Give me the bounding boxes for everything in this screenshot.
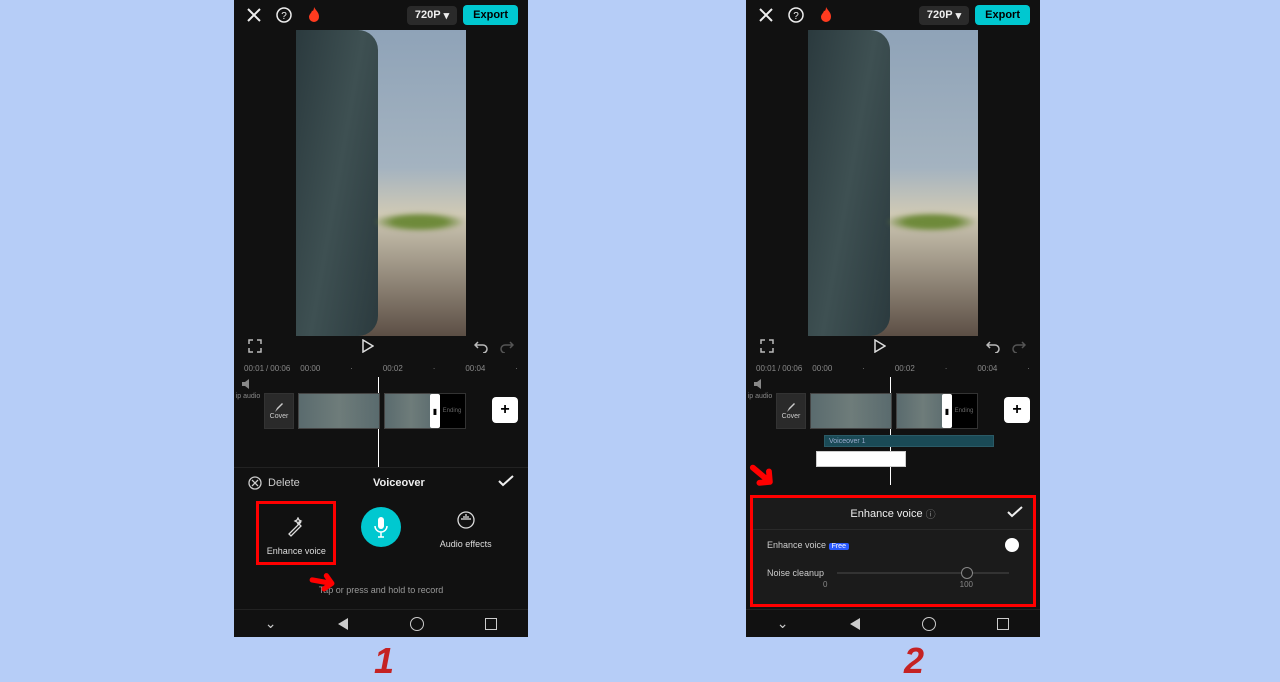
confirm-icon[interactable]: [1007, 506, 1023, 521]
record-button[interactable]: [341, 507, 421, 547]
phone-screenshot-2: ? 720P ▾ Export 00:01 /: [746, 0, 1040, 637]
chevron-down-icon: ▾: [444, 9, 450, 22]
timeline[interactable]: ip audio Cover ▮ Ending +: [234, 377, 528, 467]
android-nav-bar: ⌄: [234, 609, 528, 637]
help-icon[interactable]: ?: [274, 5, 294, 25]
video-clip[interactable]: [298, 393, 380, 429]
video-preview[interactable]: [234, 30, 528, 336]
ending-marker: Ending: [438, 393, 466, 429]
playback-controls: [234, 336, 528, 360]
timeline[interactable]: ip audio Cover ▮ Ending + Voiceover 1: [746, 377, 1040, 485]
redo-icon[interactable]: [500, 339, 514, 358]
video-clip[interactable]: [810, 393, 892, 429]
resolution-label: 720P: [927, 9, 953, 21]
resolution-label: 720P: [415, 9, 441, 21]
svg-text:?: ?: [281, 11, 287, 22]
audio-effects-icon: [453, 507, 479, 533]
top-bar: ? 720P ▾ Export: [746, 0, 1040, 30]
video-clip[interactable]: ▮: [896, 393, 950, 429]
enhance-voice-icon: [283, 514, 309, 540]
redo-icon[interactable]: [1012, 339, 1026, 358]
android-nav-bar: ⌄: [746, 609, 1040, 637]
voiceover-actions: Enhance voice Audio effects: [234, 497, 528, 583]
resolution-dropdown[interactable]: 720P ▾: [407, 6, 457, 25]
close-icon[interactable]: [244, 5, 264, 25]
time-current: 00:01: [244, 364, 264, 373]
phone-screenshot-1: ? 720P ▾ Export 00:01 /: [234, 0, 528, 637]
playback-controls: [746, 336, 1040, 360]
export-button[interactable]: Export: [463, 5, 518, 25]
add-clip-button[interactable]: +: [1004, 397, 1030, 423]
free-badge: Free: [829, 543, 849, 550]
undo-icon[interactable]: [474, 339, 488, 358]
android-back-icon[interactable]: [850, 618, 860, 630]
annotation-arrow-icon: ➜: [305, 560, 340, 604]
time-total: 00:06: [782, 364, 802, 373]
video-preview[interactable]: [746, 30, 1040, 336]
play-icon[interactable]: [874, 339, 886, 358]
info-icon[interactable]: ⓘ: [926, 506, 936, 521]
android-back-icon[interactable]: [338, 618, 348, 630]
enhance-voice-panel: Enhance voice ⓘ Enhance voice Free Noise…: [750, 495, 1036, 607]
enhance-voice-toggle[interactable]: [1005, 538, 1019, 552]
mic-icon: [361, 507, 401, 547]
close-icon[interactable]: [756, 5, 776, 25]
top-bar: ? 720P ▾ Export: [234, 0, 528, 30]
android-recent-icon[interactable]: [997, 618, 1009, 630]
chevron-down-icon[interactable]: ⌄: [777, 615, 789, 632]
voiceover-track[interactable]: Voiceover 1: [824, 435, 994, 447]
undo-icon[interactable]: [986, 339, 1000, 358]
record-hint: Tap or press and hold to record: [234, 585, 528, 595]
video-frame: [296, 30, 466, 336]
enhance-voice-button[interactable]: Enhance voice: [256, 501, 336, 565]
play-icon[interactable]: [362, 339, 374, 358]
panel-title: Voiceover: [373, 477, 425, 489]
resolution-dropdown[interactable]: 720P ▾: [919, 6, 969, 25]
noise-cleanup-row: Noise cleanup: [753, 560, 1033, 580]
help-icon[interactable]: ?: [786, 5, 806, 25]
time-current: 00:01: [756, 364, 776, 373]
cover-button[interactable]: Cover: [776, 393, 806, 429]
clip-handle[interactable]: ▮: [942, 394, 952, 428]
time-readout: 00:01 / 00:06 00:00 · 00:02 · 00:04 ·: [746, 360, 1040, 377]
add-clip-button[interactable]: +: [492, 397, 518, 423]
clip-handle[interactable]: ▮: [430, 394, 440, 428]
cover-button[interactable]: Cover: [264, 393, 294, 429]
flame-icon[interactable]: [304, 5, 324, 25]
delete-button[interactable]: Delete: [248, 476, 300, 490]
video-clip[interactable]: ▮: [384, 393, 438, 429]
voiceover-clip[interactable]: [816, 451, 906, 467]
time-readout: 00:01 / 00:06 00:00 · 00:02 · 00:04 ·: [234, 360, 528, 377]
android-recent-icon[interactable]: [485, 618, 497, 630]
export-button[interactable]: Export: [975, 5, 1030, 25]
step-number-1: 1: [374, 640, 394, 682]
fullscreen-icon[interactable]: [248, 339, 262, 358]
slider-thumb[interactable]: [961, 567, 973, 579]
confirm-icon[interactable]: [498, 475, 514, 490]
android-home-icon[interactable]: [922, 617, 936, 631]
step-number-2: 2: [904, 640, 924, 682]
voiceover-panel-header: Delete Voiceover: [234, 467, 528, 497]
video-frame: [808, 30, 978, 336]
chevron-down-icon: ▾: [956, 9, 962, 22]
ending-marker: Ending: [950, 393, 978, 429]
android-home-icon[interactable]: [410, 617, 424, 631]
audio-effects-button[interactable]: Audio effects: [426, 507, 506, 549]
flame-icon[interactable]: [816, 5, 836, 25]
chevron-down-icon[interactable]: ⌄: [265, 615, 277, 632]
fullscreen-icon[interactable]: [760, 339, 774, 358]
enhance-voice-toggle-row: Enhance voice Free: [753, 530, 1033, 560]
panel-title: Enhance voice: [850, 508, 922, 520]
time-total: 00:06: [270, 364, 290, 373]
noise-cleanup-slider[interactable]: [837, 572, 1009, 574]
svg-text:?: ?: [793, 11, 799, 22]
